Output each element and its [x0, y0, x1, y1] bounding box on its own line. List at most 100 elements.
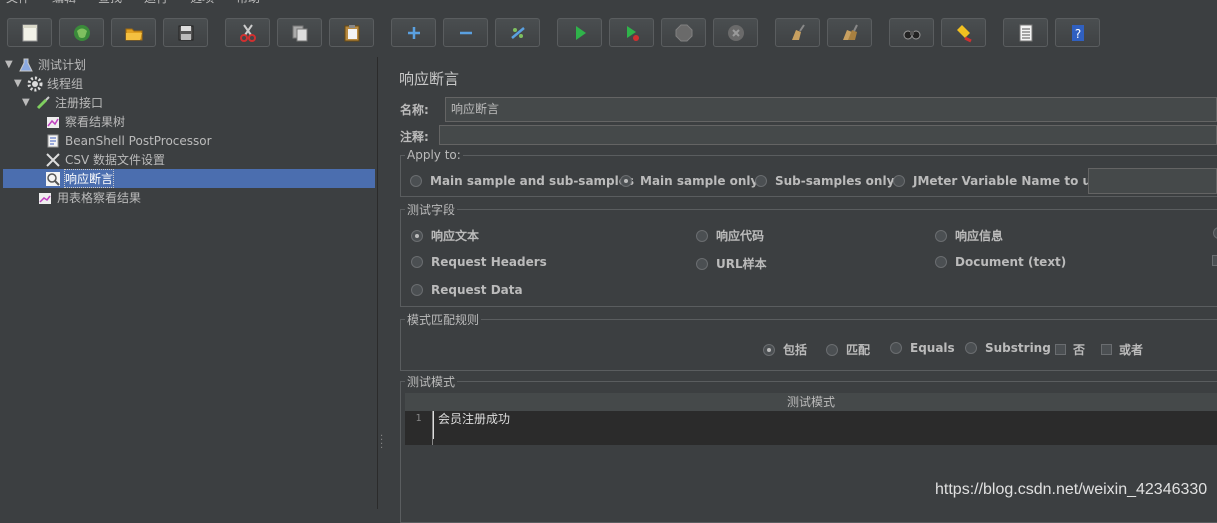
radio-button[interactable] — [755, 175, 767, 187]
save-button[interactable] — [163, 18, 208, 47]
radio-equals[interactable]: Equals — [890, 341, 955, 355]
radio-button[interactable] — [696, 257, 708, 270]
radio-button[interactable] — [965, 342, 977, 354]
radio-jmeter-variable[interactable]: JMeter Variable Name to use — [893, 174, 1106, 188]
radio-cut-off[interactable] — [1213, 227, 1217, 239]
radio-button[interactable] — [1213, 227, 1217, 239]
pipette-icon — [34, 95, 52, 111]
radio-document-text[interactable]: Document (text) — [935, 255, 1066, 269]
tree-item-thread-group[interactable]: ▼ 线程组 — [14, 74, 83, 93]
clear-icon — [791, 23, 805, 40]
radio-button[interactable] — [935, 229, 947, 242]
comment-field[interactable] — [439, 125, 1217, 145]
new-button[interactable] — [7, 18, 52, 47]
pattern-value[interactable]: 会员注册成功 — [438, 411, 510, 427]
radio-sub-only[interactable]: Sub-samples only — [755, 174, 894, 188]
patterns-legend: 测试模式 — [407, 375, 456, 389]
radio-url-sample[interactable]: URL样本 — [696, 255, 767, 272]
radio-button[interactable] — [935, 256, 947, 268]
toolbar: ? — [0, 5, 1217, 58]
open-button[interactable] — [111, 18, 156, 47]
radio-main-and-sub[interactable]: Main sample and sub-samples — [410, 174, 634, 188]
function-helper-button[interactable] — [1003, 18, 1048, 47]
clear-all-button[interactable] — [827, 18, 872, 47]
tree-item-view-results-tree[interactable]: 察看结果树 — [44, 112, 125, 131]
checkbox[interactable] — [1212, 255, 1217, 266]
expanded-icon[interactable]: ▼ — [5, 59, 17, 70]
results-table-icon — [36, 190, 54, 206]
tree-item-response-assertion[interactable]: 响应断言 — [3, 169, 375, 188]
tree-item-register-api[interactable]: ▼ 注册接口 — [22, 93, 103, 112]
cut-button[interactable] — [225, 18, 270, 47]
cut-icon — [239, 23, 256, 42]
tree-item-test-plan[interactable]: ▼ 测试计划 — [5, 55, 86, 74]
checkbox-or[interactable]: 或者 — [1101, 341, 1143, 358]
search-button[interactable] — [889, 18, 934, 47]
search-icon — [903, 30, 920, 39]
tree-item-label: 察看结果树 — [65, 115, 126, 129]
name-field[interactable]: 响应断言 — [445, 97, 1217, 122]
radio-button[interactable] — [826, 343, 838, 356]
checkbox[interactable] — [1055, 344, 1066, 355]
radio-button[interactable] — [890, 342, 902, 354]
expand-button[interactable] — [391, 18, 436, 47]
patterns-column-header[interactable]: 测试模式 — [405, 393, 1217, 412]
help-button[interactable]: ? — [1055, 18, 1100, 47]
option-label: JMeter Variable Name to use — [913, 174, 1107, 188]
reset-search-button[interactable] — [941, 18, 986, 47]
start-no-pause-button[interactable] — [609, 18, 654, 47]
radio-request-data[interactable]: Request Data — [411, 283, 523, 297]
radio-button[interactable] — [620, 175, 632, 187]
svg-text:?: ? — [1074, 27, 1080, 41]
flask-icon — [17, 57, 35, 73]
tree-item-label: 注册接口 — [55, 96, 104, 110]
text-caret — [433, 411, 434, 439]
radio-contains[interactable]: 包括 — [763, 341, 807, 358]
paste-button[interactable] — [329, 18, 374, 47]
start-button[interactable] — [557, 18, 602, 47]
response-assertion-panel: 响应断言 名称: 响应断言 注释: Apply to: Main sample … — [388, 57, 1217, 523]
option-label: 否 — [1073, 343, 1086, 357]
radio-substring[interactable]: Substring — [965, 341, 1051, 355]
tree-item-label: 用表格察看结果 — [57, 191, 142, 205]
split-pane-divider[interactable]: · · · · — [377, 57, 388, 509]
shutdown-button[interactable] — [713, 18, 758, 47]
expanded-icon[interactable]: ▼ — [22, 97, 34, 108]
radio-button[interactable] — [411, 229, 423, 242]
radio-button[interactable] — [411, 256, 423, 268]
jmeter-variable-field[interactable] — [1088, 168, 1217, 194]
checkbox-cut-off[interactable] — [1212, 255, 1217, 266]
radio-button[interactable] — [696, 229, 708, 242]
results-tree-icon — [44, 114, 62, 130]
tree-item-label: 线程组 — [47, 77, 84, 91]
stop-button[interactable] — [661, 18, 706, 47]
clear-button[interactable] — [775, 18, 820, 47]
radio-matches[interactable]: 匹配 — [826, 341, 870, 358]
checkbox[interactable] — [1101, 344, 1112, 355]
templates-button[interactable] — [59, 18, 104, 47]
tree-item-view-results-table[interactable]: 用表格察看结果 — [36, 188, 141, 207]
tree-item-beanshell-postprocessor[interactable]: BeanShell PostProcessor — [44, 131, 212, 150]
radio-main-only[interactable]: Main sample only — [620, 174, 758, 188]
radio-response-message[interactable]: 响应信息 — [935, 227, 1003, 244]
tree-item-csv-data-set[interactable]: CSV 数据文件设置 — [44, 150, 165, 169]
radio-request-headers[interactable]: Request Headers — [411, 255, 547, 269]
radio-response-text[interactable]: 响应文本 — [411, 227, 479, 244]
radio-button[interactable] — [893, 175, 905, 187]
radio-button[interactable] — [410, 175, 422, 187]
start-no-pause-icon — [626, 25, 639, 41]
copy-button[interactable] — [277, 18, 322, 47]
start-icon — [575, 25, 586, 40]
expanded-icon[interactable]: ▼ — [14, 78, 26, 89]
shutdown-icon — [727, 24, 744, 41]
reset-search-icon — [956, 24, 972, 42]
checkbox-not[interactable]: 否 — [1055, 341, 1085, 358]
option-label: 或者 — [1119, 343, 1144, 357]
radio-response-code[interactable]: 响应代码 — [696, 227, 764, 244]
radio-button[interactable] — [411, 284, 423, 296]
collapse-button[interactable] — [443, 18, 488, 47]
toggle-button[interactable] — [495, 18, 540, 47]
patterns-editor[interactable]: 1 会员注册成功 — [405, 411, 1217, 445]
radio-button[interactable] — [763, 343, 775, 356]
wrench-icon — [44, 152, 62, 168]
